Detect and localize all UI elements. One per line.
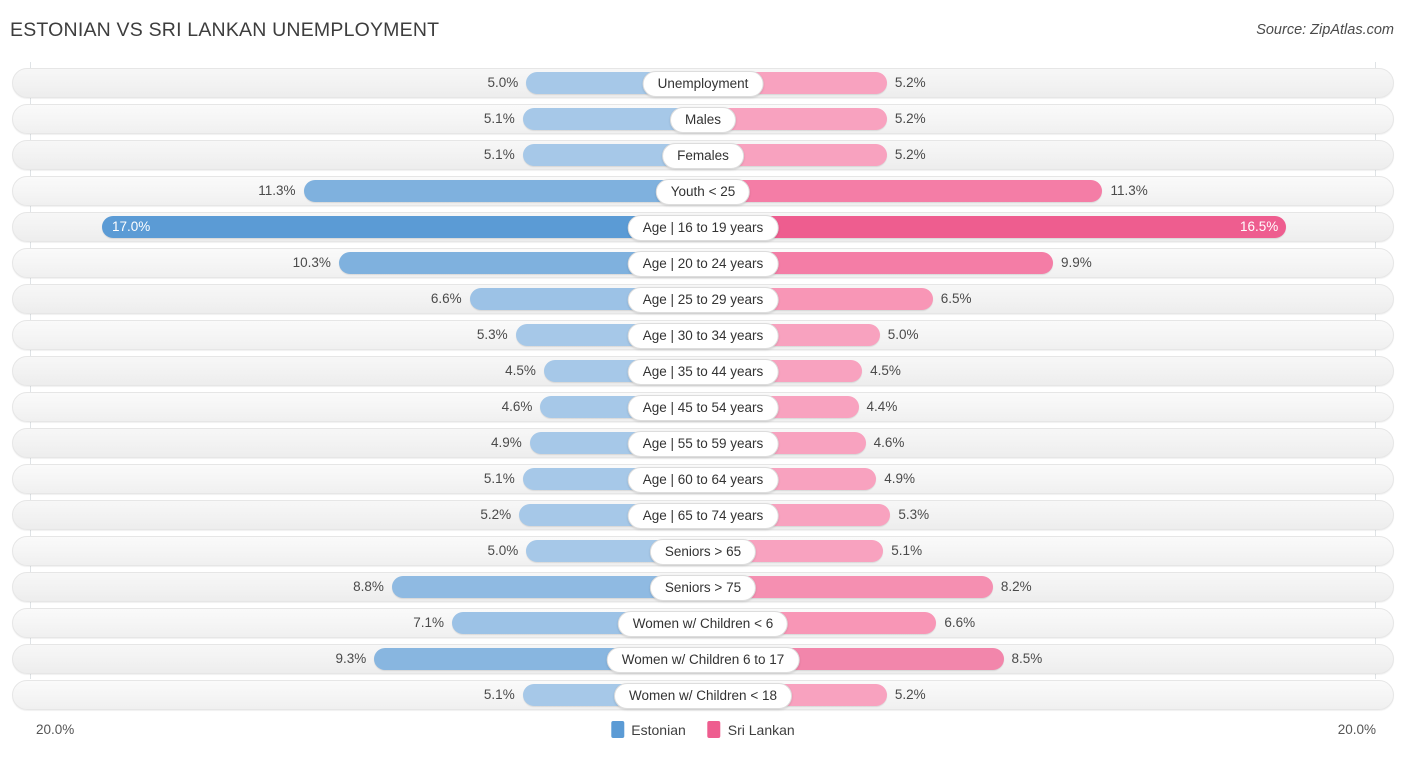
- category-label: Youth < 25: [655, 179, 751, 205]
- axis-max-label-left: 20.0%: [36, 722, 75, 737]
- source-attribution: Source: ZipAtlas.com: [1256, 22, 1394, 38]
- value-label-sri-lankan: 4.9%: [884, 471, 915, 486]
- chart-plot-area: 5.0% 5.2% Unemployment 5.1% 5.2% Males 5.1% 5.2…: [0, 62, 1406, 717]
- category-label: Age | 65 to 74 years: [627, 503, 779, 529]
- chart-row: 5.0% 5.2% Unemployment: [12, 68, 1394, 98]
- bar-sri-lankan[interactable]: [703, 180, 1103, 202]
- value-label-estonian: 4.5%: [505, 363, 536, 378]
- page-title: ESTONIAN VS SRI LANKAN UNEMPLOYMENT: [10, 19, 440, 41]
- legend-swatch-sri-lankan: [707, 721, 721, 738]
- value-label-estonian: 5.0%: [487, 75, 519, 90]
- value-label-estonian: 9.3%: [335, 651, 367, 666]
- chart-row: 5.1% 5.2% Females: [12, 140, 1394, 170]
- value-label-estonian: 5.0%: [487, 543, 519, 558]
- chart-row: 4.6% 4.4% Age | 45 to 54 years: [12, 392, 1394, 422]
- value-label-sri-lankan: 6.5%: [940, 291, 972, 306]
- chart-row: 7.1% 6.6% Women w/ Children < 6: [12, 608, 1394, 638]
- chart-row: 5.0% 5.1% Seniors > 65: [12, 536, 1394, 566]
- value-label-estonian: 11.3%: [258, 183, 296, 198]
- value-label-estonian: 6.6%: [430, 291, 462, 306]
- category-label: Age | 60 to 64 years: [627, 467, 779, 493]
- value-label-estonian: 4.9%: [491, 435, 522, 450]
- category-label: Males: [669, 107, 737, 133]
- chart-row: 5.1% 5.2% Males: [12, 104, 1394, 134]
- category-label: Age | 20 to 24 years: [627, 251, 779, 277]
- value-label-estonian: 8.8%: [353, 579, 384, 594]
- category-label: Age | 30 to 34 years: [627, 323, 779, 349]
- value-label-estonian: 7.1%: [413, 615, 444, 630]
- chart-row: 17.0% 16.5% Age | 16 to 19 years: [12, 212, 1394, 242]
- value-label-estonian: 4.6%: [501, 399, 533, 414]
- legend-item[interactable]: Sri Lankan: [707, 721, 795, 738]
- category-label: Unemployment: [642, 71, 764, 97]
- chart-row: 11.3% 11.3% Youth < 25: [12, 176, 1394, 206]
- bar-estonian[interactable]: [102, 216, 703, 238]
- category-label: Females: [662, 143, 744, 169]
- chart-root: ESTONIAN VS SRI LANKAN UNEMPLOYMENT Sour…: [0, 0, 1406, 757]
- chart-row: 4.9% 4.6% Age | 55 to 59 years: [12, 428, 1394, 458]
- value-label-estonian: 5.1%: [483, 687, 515, 702]
- legend-label: Estonian: [631, 721, 686, 738]
- category-label: Age | 16 to 19 years: [627, 215, 779, 241]
- chart-row: 10.3% 9.9% Age | 20 to 24 years: [12, 248, 1394, 278]
- category-label: Age | 45 to 54 years: [627, 395, 779, 421]
- value-label-estonian: 5.2%: [480, 507, 512, 522]
- chart-row: 6.6% 6.5% Age | 25 to 29 years: [12, 284, 1394, 314]
- bar-sri-lankan[interactable]: [703, 216, 1287, 238]
- value-label-sri-lankan: 4.6%: [873, 435, 905, 450]
- value-label-sri-lankan: 5.2%: [894, 147, 926, 162]
- chart-footer: 20.0% 20.0% Estonian Sri Lankan: [0, 717, 1406, 757]
- chart-row: 5.2% 5.3% Age | 65 to 74 years: [12, 500, 1394, 530]
- value-label-estonian: 5.3%: [476, 327, 508, 342]
- legend-label: Sri Lankan: [727, 721, 795, 738]
- value-label-estonian: 5.1%: [483, 471, 515, 486]
- chart-row: 5.1% 4.9% Age | 60 to 64 years: [12, 464, 1394, 494]
- chart-row: 5.1% 5.2% Women w/ Children < 18: [12, 680, 1394, 710]
- value-label-sri-lankan: 5.1%: [891, 543, 923, 558]
- value-label-sri-lankan: 5.2%: [894, 111, 926, 126]
- value-label-sri-lankan: 8.2%: [1000, 579, 1032, 594]
- value-label-sri-lankan: 5.2%: [894, 75, 926, 90]
- value-label-estonian: 17.0%: [112, 219, 151, 234]
- value-label-estonian: 10.3%: [292, 255, 331, 270]
- value-label-sri-lankan: 8.5%: [1011, 651, 1043, 666]
- chart-row: 4.5% 4.5% Age | 35 to 44 years: [12, 356, 1394, 386]
- value-label-sri-lankan: 4.5%: [870, 363, 901, 378]
- chart-row: 9.3% 8.5% Women w/ Children 6 to 17: [12, 644, 1394, 674]
- category-label: Seniors > 75: [649, 575, 757, 601]
- value-label-sri-lankan: 6.6%: [944, 615, 976, 630]
- legend-item[interactable]: Estonian: [611, 721, 686, 738]
- category-label: Age | 55 to 59 years: [627, 431, 779, 457]
- value-label-sri-lankan: 5.2%: [894, 687, 926, 702]
- value-label-sri-lankan: 4.4%: [866, 399, 898, 414]
- chart-row: 8.8% 8.2% Seniors > 75: [12, 572, 1394, 602]
- bar-estonian[interactable]: [303, 180, 703, 202]
- value-label-sri-lankan: 11.3%: [1110, 183, 1148, 198]
- category-label: Age | 35 to 44 years: [627, 359, 779, 385]
- value-label-estonian: 5.1%: [483, 111, 515, 126]
- legend-swatch-estonian: [611, 721, 625, 738]
- value-label-sri-lankan: 5.3%: [898, 507, 930, 522]
- chart-legend: Estonian Sri Lankan: [611, 721, 795, 738]
- value-label-estonian: 5.1%: [483, 147, 515, 162]
- chart-row: 5.3% 5.0% Age | 30 to 34 years: [12, 320, 1394, 350]
- category-label: Women w/ Children < 6: [617, 611, 789, 637]
- value-label-sri-lankan: 9.9%: [1060, 255, 1092, 270]
- category-label: Seniors > 65: [649, 539, 757, 565]
- category-label: Age | 25 to 29 years: [627, 287, 779, 313]
- value-label-sri-lankan: 16.5%: [1240, 219, 1279, 234]
- category-label: Women w/ Children < 18: [614, 683, 792, 709]
- axis-max-label-right: 20.0%: [1337, 722, 1376, 737]
- value-label-sri-lankan: 5.0%: [887, 327, 919, 342]
- category-label: Women w/ Children 6 to 17: [606, 647, 800, 673]
